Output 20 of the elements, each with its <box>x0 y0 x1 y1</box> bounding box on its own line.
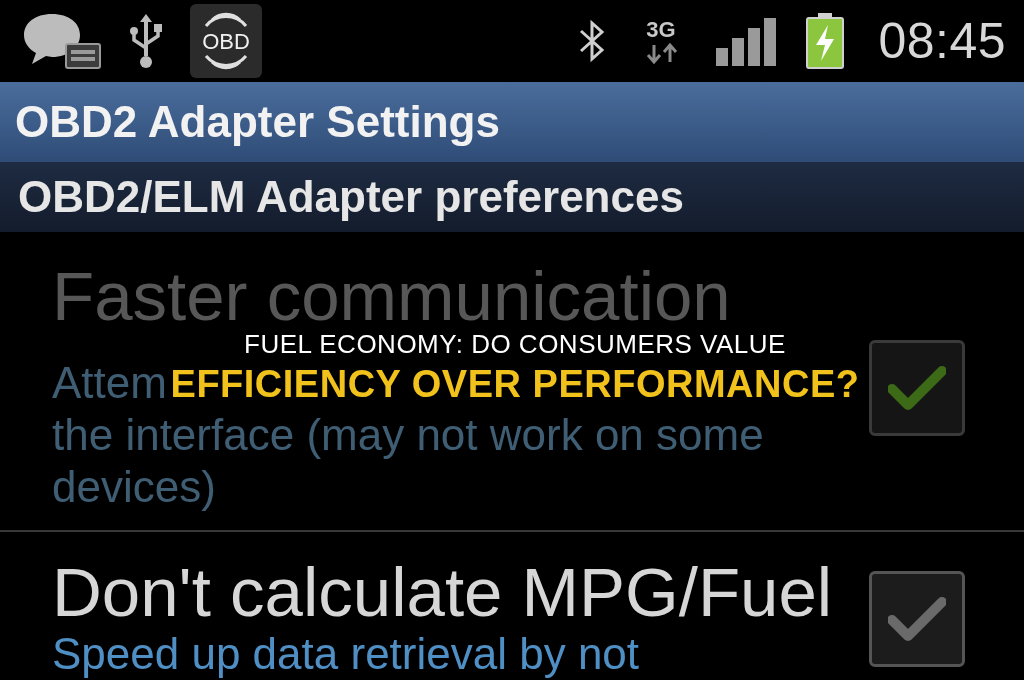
check-icon <box>888 364 946 411</box>
usb-icon <box>128 12 164 70</box>
battery-charging-icon <box>806 13 845 69</box>
checkbox[interactable] <box>869 571 965 667</box>
headline-text: EFFICIENCY OVER PERFORMANCE? <box>170 364 860 407</box>
setting-title: Faster communication <box>52 262 731 332</box>
setting-summary-line: the interface (may not work on some <box>52 409 764 461</box>
chat-bubble-icon <box>22 12 102 70</box>
check-icon <box>888 596 946 642</box>
signal-icon <box>716 16 779 66</box>
setting-summary-line: Attem <box>52 357 167 409</box>
setting-summary-line: devices) <box>52 461 216 513</box>
headline-text: FUEL ECONOMY: DO CONSUMERS VALUE <box>244 329 786 359</box>
setting-summary-line: Speed up data retrieval by not <box>52 628 640 680</box>
bluetooth-icon <box>578 19 607 63</box>
category-title: OBD2/ELM Adapter preferences <box>18 172 684 222</box>
setting-title: Don't calculate MPG/Fuel <box>52 558 833 628</box>
clock-time: 08:45 <box>878 12 1006 70</box>
obd-app-icon: OBD <box>190 4 262 78</box>
screen-title: OBD2 Adapter Settings <box>15 97 500 147</box>
